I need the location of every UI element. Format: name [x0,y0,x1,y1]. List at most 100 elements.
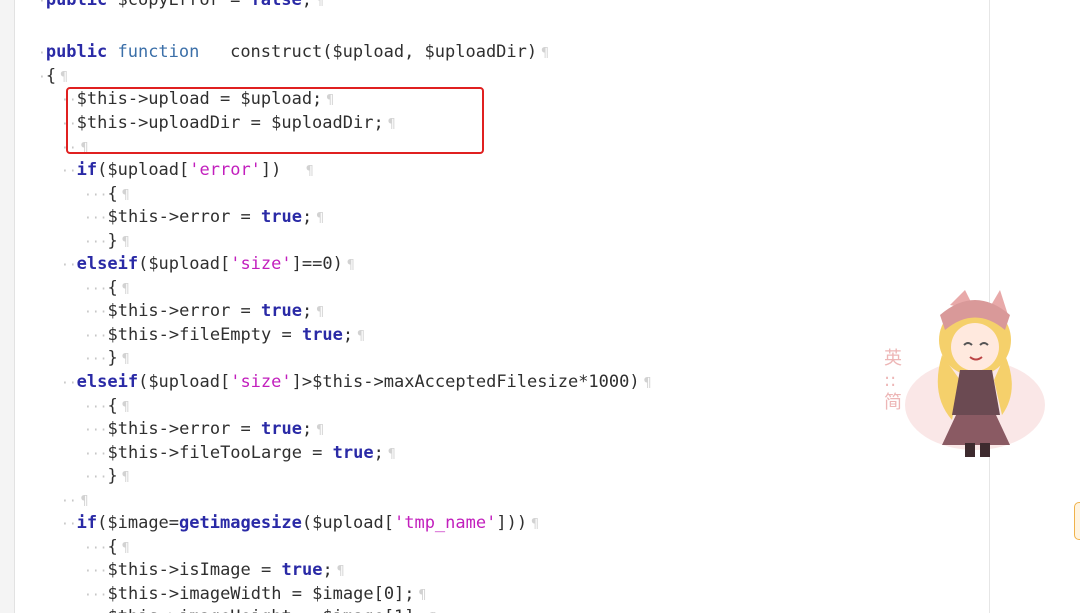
whitespace-marker: · [38,0,46,9]
code-line[interactable]: ···$this->error = true; ¶ [84,299,324,323]
pilcrow-marker: ¶ [418,588,427,603]
code-token: } [107,348,118,368]
code-token: ($image= [97,513,180,533]
whitespace-marker: ·· [61,517,77,532]
whitespace-marker: ··· [84,470,108,485]
code-token: ($upload[ [301,513,394,533]
code-line[interactable]: ···$this->fileEmpty = true; ¶ [84,323,365,347]
mascot-sticker-image [905,290,1045,457]
code-line[interactable]: ··elseif($upload['size']==0) ¶ [61,252,355,276]
code-line[interactable]: ···{¶ [84,182,130,206]
whitespace-marker: ··· [84,447,108,462]
code-token: public [45,0,118,10]
code-token: { [45,66,57,86]
whitespace-marker: ·· [61,164,77,179]
pilcrow-marker: ¶ [121,541,130,556]
whitespace-marker: ··· [84,329,108,344]
code-token: } [107,466,118,486]
code-token: $this->error = [107,301,262,321]
code-token: ; [373,443,384,463]
whitespace-marker: ··· [84,188,108,203]
code-line[interactable]: ··if($upload['error']) ¶ [61,158,314,182]
code-line[interactable]: ···} ¶ [84,229,130,253]
code-token: false [250,0,302,10]
code-token: { [107,278,118,298]
code-token: 'tmp_name' [393,513,497,533]
code-token: { [107,396,118,416]
code-line[interactable]: ·· ¶ [61,488,88,512]
pilcrow-marker: ¶ [121,470,130,485]
code-line[interactable]: ·{¶ [38,64,68,88]
code-token: ($upload[ [138,372,231,392]
code-token: 'size' [230,372,292,392]
code-line[interactable]: ···$this->isImage = true; ¶ [84,558,345,582]
code-token: ($upload[ [138,254,231,274]
pilcrow-marker: ¶ [60,70,68,85]
code-token: public [45,42,118,62]
code-token: true [332,443,374,463]
code-token: ; [342,325,354,345]
code-line[interactable]: ···} ¶ [84,464,130,488]
whitespace-marker: ··· [84,282,108,297]
whitespace-marker: ··· [84,541,108,556]
code-line[interactable]: ···$this->imageHeight = $image[1];¶ [84,605,437,613]
pilcrow-marker: ¶ [531,517,539,532]
pilcrow-marker: ¶ [336,564,345,579]
code-line[interactable]: ···$this->imageWidth = $image[0]; ¶ [84,582,426,606]
code-token: $this->error = [107,419,262,439]
code-token: $this->imageHeight = $image[1]; [107,607,424,613]
code-token: ; [301,301,313,321]
pilcrow-marker: ¶ [121,188,130,203]
whitespace-marker: ··· [84,588,108,603]
side-tab-button[interactable] [1074,502,1080,540]
whitespace-marker: · [38,46,46,61]
code-line[interactable]: ··elseif($upload['size']>$this->maxAccep… [61,370,651,394]
code-token: true [261,301,302,321]
code-token: if [76,513,98,533]
pilcrow-marker: ¶ [387,447,396,462]
code-line[interactable]: ·public function construct($upload, $upl… [38,40,549,64]
code-token: ; [301,419,313,439]
pilcrow-marker: ¶ [346,258,355,273]
code-token: if [76,160,98,180]
pilcrow-marker: ¶ [316,211,325,226]
whitespace-marker: ··· [84,423,108,438]
whitespace-marker: ··· [84,400,108,415]
code-line[interactable]: ···{¶ [84,276,130,300]
pilcrow-marker: ¶ [316,423,325,438]
editor-left-gutter [0,0,15,613]
pilcrow-marker: ¶ [316,305,325,320]
code-token: 'size' [230,254,292,274]
highlight-box [66,87,484,154]
code-token: $this->error = [107,207,262,227]
code-token: elseif [76,254,139,274]
whitespace-marker: · [38,70,46,85]
code-token: ]>$this->maxAcceptedFilesize*1000) [291,372,640,392]
pilcrow-marker: ¶ [357,329,365,344]
code-line[interactable]: ···{¶ [84,535,130,559]
pilcrow-marker: ¶ [121,282,130,297]
code-token: true [281,560,323,580]
whitespace-marker: ·· [61,376,77,391]
code-line[interactable]: ··if($image=getimagesize($upload['tmp_na… [61,511,539,535]
whitespace-marker: ··· [84,211,108,226]
pilcrow-marker: ¶ [305,164,314,179]
code-line[interactable]: ···$this->error = true; ¶ [84,205,324,229]
code-token: ]) [260,160,302,180]
code-line[interactable]: ···} ¶ [84,346,130,370]
code-token: ; [301,207,313,227]
code-token: true [261,419,302,439]
code-token: } [107,231,118,251]
whitespace-marker: ··· [84,305,108,320]
code-line[interactable]: ···{¶ [84,394,130,418]
code-line[interactable]: ···$this->error = true; ¶ [84,417,324,441]
code-line[interactable]: ···$this->fileTooLarge = true; ¶ [84,441,396,465]
code-token: ])) [496,513,528,533]
code-token: ; [322,560,333,580]
pilcrow-marker: ¶ [121,235,130,250]
pilcrow-marker: ¶ [121,400,130,415]
code-line[interactable]: ·public $copyError = false; ¶ [38,0,324,12]
code-token: 'error' [189,160,261,180]
code-token: elseif [76,372,139,392]
code-token: { [107,537,118,557]
